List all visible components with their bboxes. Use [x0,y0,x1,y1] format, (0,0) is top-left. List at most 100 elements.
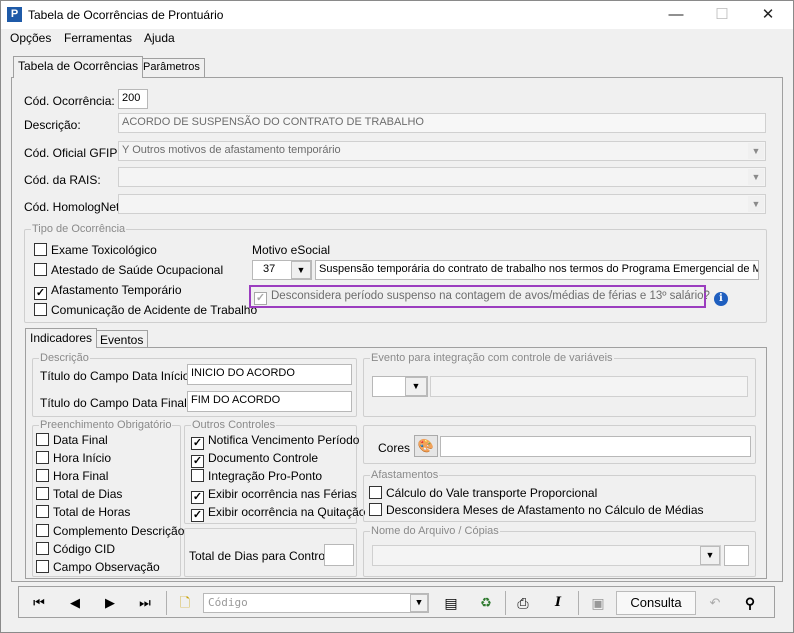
documento-checkbox[interactable]: ✓ Documento Controle [191,451,318,468]
campo-observacao-checkbox[interactable]: Campo Observação [36,560,160,576]
chevron-down-icon[interactable]: ▼ [748,143,764,159]
gfip-value: Y Outros motivos de afastamento temporár… [122,144,341,156]
data-final-input[interactable]: FIM DO ACORDO [187,391,352,412]
checkbox-label: Cálculo do Vale transporte Proporcional [386,486,598,500]
menu-ajuda[interactable]: Ajuda [144,31,175,45]
palette-icon[interactable]: 🎨 [414,435,438,457]
atestado-checkbox[interactable]: Atestado de Saúde Ocupacional [34,263,223,279]
checkbox-label: Exibir ocorrência na Quitação [208,505,366,519]
exibir-quitacao-checkbox[interactable]: ✓ Exibir ocorrência na Quitação [191,505,366,522]
afastamentos-legend: Afastamentos [371,469,439,481]
checkbox-icon [36,560,49,573]
afastamento-label: Afastamento Temporário [51,283,182,297]
arquivo-select[interactable]: ▼ [372,545,721,566]
tab-eventos[interactable]: Eventos [95,330,149,348]
cores-field [440,436,751,457]
prev-record-icon[interactable]: ◀ [61,591,89,615]
checkbox-icon [36,505,49,518]
homolognet-label: Cód. HomologNet: [24,200,123,214]
chevron-down-icon[interactable]: ▼ [700,546,720,565]
chevron-down-icon[interactable]: ▼ [405,377,427,396]
toolbar-separator [578,591,579,615]
vale-transporte-checkbox[interactable]: Cálculo do Vale transporte Proporcional [369,486,597,502]
homolognet-select[interactable]: ▼ [118,194,766,214]
total-dias-controle-label: Total de Dias para Controle: [189,549,338,563]
checkbox-label: Integração Pro-Ponto [208,469,323,483]
desconsidera-periodo-label: Desconsidera período suspenso na contage… [271,290,710,302]
tab-parametros[interactable]: Parâmetros [138,58,205,77]
tab-indicadores[interactable]: Indicadores [25,328,98,348]
consulta-button[interactable]: Consulta [616,591,696,615]
cores-label: Cores [378,441,411,455]
close-button[interactable]: ✕ [745,1,791,29]
tipo-ocorrencia-legend: Tipo de Ocorrência [32,223,126,235]
desconsidera-periodo-checkbox[interactable]: ✓ Desconsidera período suspenso na contag… [254,289,728,306]
motivo-code-select[interactable]: 37 ▼ [252,260,312,280]
exame-label: Exame Toxicológico [51,243,157,257]
evento-select[interactable]: ▼ [372,376,428,397]
codigo-search-input[interactable]: Código ▼ [203,593,429,613]
recycle-icon[interactable]: ♻ [472,591,500,615]
last-record-icon[interactable]: ⏭ [131,591,159,615]
rais-select[interactable]: ▼ [118,167,766,187]
checkbox-icon [34,243,47,256]
exame-checkbox[interactable]: Exame Toxicológico [34,243,157,259]
first-record-icon[interactable]: ⏮ [25,591,53,615]
tab-tabela-ocorrencias[interactable]: Tabela de Ocorrências [13,56,144,78]
descricao-label: Descrição: [24,118,81,132]
info-icon[interactable]: i [713,292,728,306]
checkbox-label: Campo Observação [53,560,160,574]
checkmark-icon: ✓ [191,491,204,504]
menu-opcoes[interactable]: Opções [10,31,51,45]
descricao-input[interactable]: ACORDO DE SUSPENSÃO DO CONTRATO DE TRABA… [118,113,766,133]
notifica-checkbox[interactable]: ✓ Notifica Vencimento Período [191,433,360,450]
next-record-icon[interactable]: ▶ [96,591,124,615]
binoculars-icon[interactable]: ⚲ [736,591,764,615]
checkbox-icon [369,486,382,499]
total-dias-checkbox[interactable]: Total de Dias [36,487,122,503]
maximize-button[interactable]: ☐ [699,1,745,29]
exibir-ferias-checkbox[interactable]: ✓ Exibir ocorrência nas Férias [191,487,357,504]
codigo-cid-checkbox[interactable]: Código CID [36,542,115,558]
total-dias-controle-input[interactable] [324,544,354,566]
comunicacao-checkbox[interactable]: Comunicação de Acidente de Trabalho [34,303,257,319]
chevron-down-icon[interactable]: ▼ [410,594,428,612]
integracao-checkbox[interactable]: Integração Pro-Ponto [191,469,322,485]
printer-icon[interactable]: ⎙ [509,591,537,615]
desconsidera-meses-checkbox[interactable]: Desconsidera Meses de Afastamento no Cál… [369,503,704,519]
afastamento-checkbox[interactable]: ✓ Afastamento Temporário [34,283,182,300]
navigation-toolbar: ⏮ ◀ ▶ ⏭ 🗋 Código ▼ ▤ ♻ ⎙ I ▣ Consulta ↶ … [18,586,775,618]
total-horas-checkbox[interactable]: Total de Horas [36,505,130,521]
minimize-button[interactable]: — [653,1,699,29]
checkmark-icon: ✓ [191,509,204,522]
checkbox-label: Total de Dias [53,487,123,501]
chevron-down-icon[interactable]: ▼ [291,261,311,279]
checkbox-icon [36,451,49,464]
menu-ferramentas[interactable]: Ferramentas [64,31,132,45]
checkbox-icon [369,503,382,516]
hora-final-checkbox[interactable]: Hora Final [36,469,108,485]
complemento-checkbox[interactable]: Complemento Descrição [36,524,184,540]
new-document-icon[interactable]: 🗋 [171,591,199,615]
copias-input[interactable] [724,545,749,566]
hora-inicio-checkbox[interactable]: Hora Início [36,451,111,467]
gfip-select[interactable]: Y Outros motivos de afastamento temporár… [118,141,766,161]
data-inicio-input[interactable]: INICIO DO ACORDO [187,364,352,385]
italic-icon[interactable]: I [544,591,572,615]
save-icon[interactable]: ▣ [584,591,612,615]
checkmark-icon: ✓ [191,455,204,468]
chevron-down-icon[interactable]: ▼ [748,169,764,185]
data-final-label: Título do Campo Data Final: [40,396,191,410]
data-final-checkbox[interactable]: Data Final [36,433,108,449]
cod-ocorrencia-label: Cód. Ocorrência: [24,94,115,108]
report-icon[interactable]: ▤ [437,591,465,615]
undo-icon[interactable]: ↶ [701,591,729,615]
preenchimento-legend: Preenchimento Obrigatório [40,419,172,431]
data-inicio-label: Título do Campo Data Início: [40,369,193,383]
checkbox-label: Notifica Vencimento Período [208,433,360,447]
toolbar-separator [166,591,167,615]
checkmark-icon: ✓ [254,292,267,305]
chevron-down-icon[interactable]: ▼ [748,196,764,212]
cod-ocorrencia-input[interactable]: 200 [118,89,148,109]
descricao-legend: Descrição [40,352,89,364]
